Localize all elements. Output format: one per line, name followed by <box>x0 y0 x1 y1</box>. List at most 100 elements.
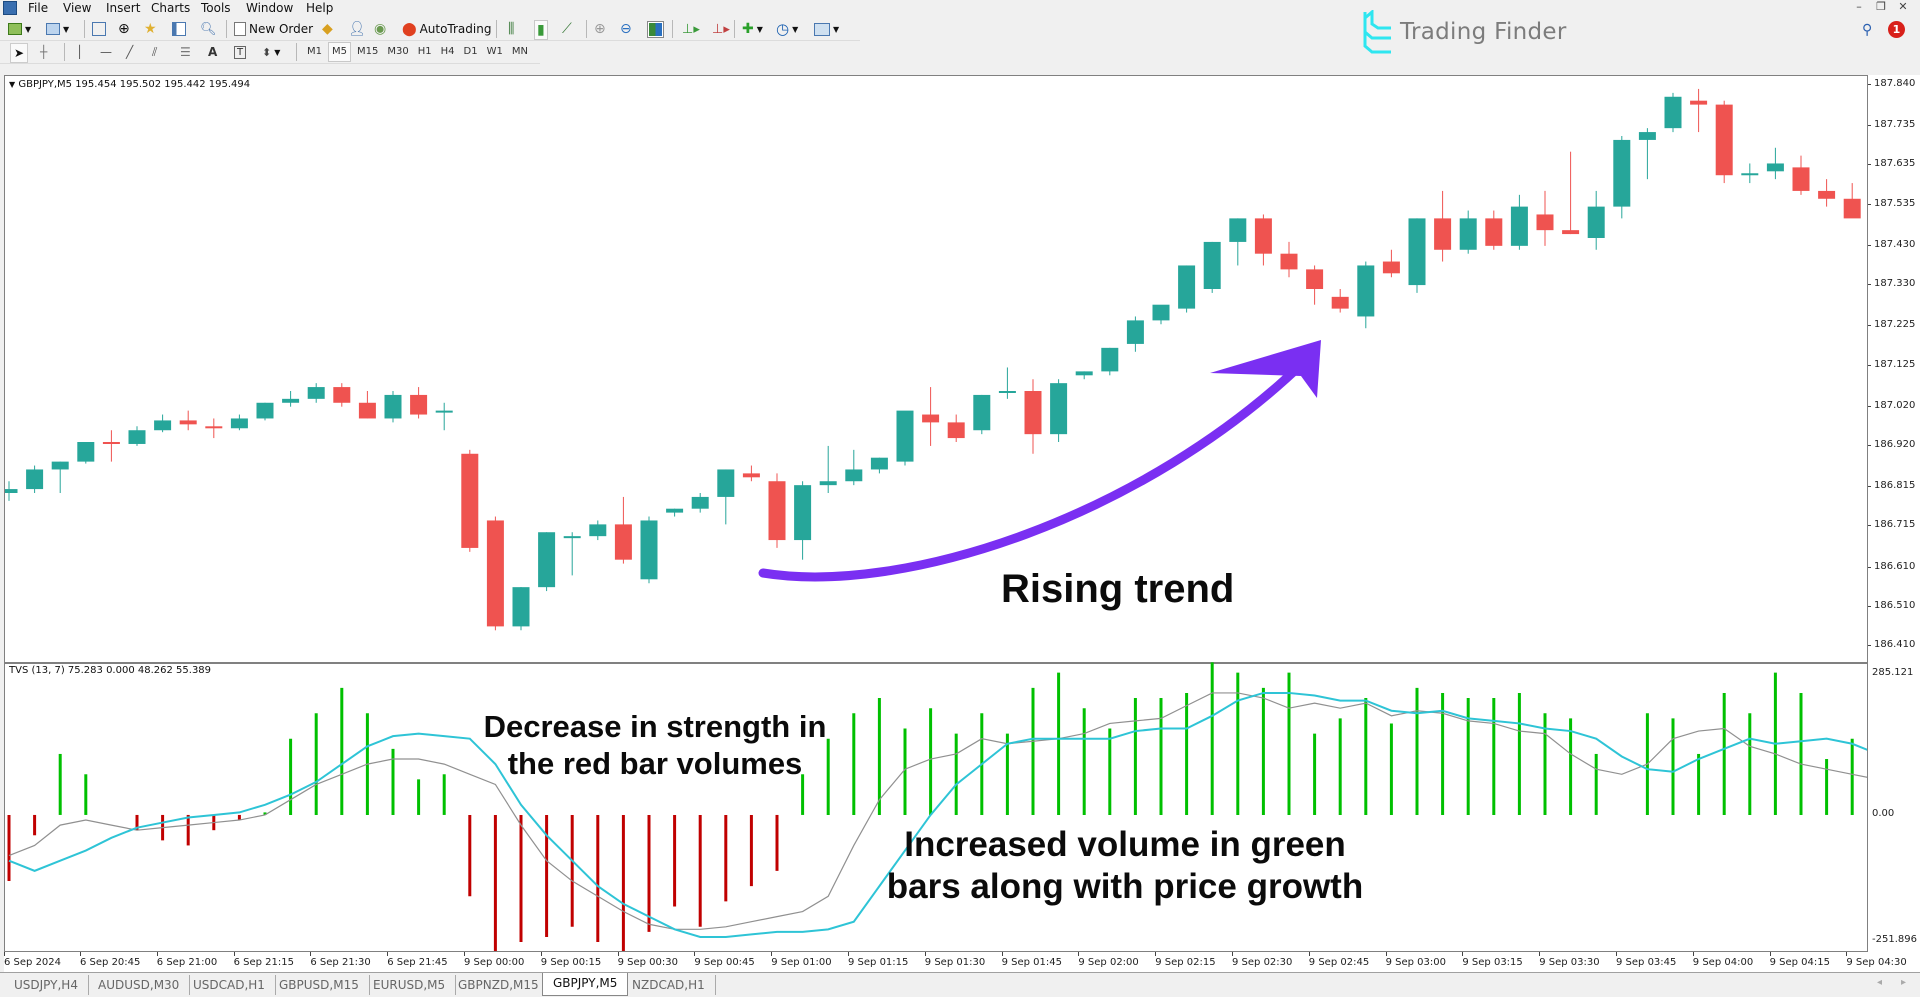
brand-logo: Trading Finder <box>1362 10 1567 54</box>
menu-charts[interactable]: Charts <box>151 1 190 15</box>
trendline-tool[interactable]: ╱ <box>126 43 133 61</box>
user-icon: 👤︎ <box>348 21 366 37</box>
indicator-axis-label: 285.121 <box>1872 667 1914 678</box>
candle-body <box>1459 218 1477 250</box>
templates-button[interactable]: ▼ <box>814 20 839 38</box>
chart-symbol-header: ▼ GBPJPY,M5 195.454 195.502 195.442 195.… <box>9 79 251 90</box>
tab-usdcad-h1[interactable]: USDCAD,H1 <box>183 975 276 995</box>
crosshair-tool[interactable]: ┼ <box>40 43 47 61</box>
timeframe-h1[interactable]: H1 <box>415 43 435 61</box>
time-axis-label: 9 Sep 02:15 <box>1155 957 1216 968</box>
metaeditor-button[interactable]: ◆ <box>322 20 333 38</box>
text-tool[interactable]: A <box>208 43 217 61</box>
new-chart-button[interactable]: ▼ <box>8 20 31 38</box>
profiles-button[interactable]: ▼ <box>46 20 69 38</box>
time-axis-tick <box>1539 952 1541 956</box>
fibonacci-tool[interactable]: ☰ <box>180 43 191 61</box>
data-window-button[interactable]: ⊕ <box>118 20 130 38</box>
time-axis-label: 6 Sep 21:30 <box>310 957 371 968</box>
timeframe-m30[interactable]: M30 <box>384 43 411 61</box>
chart-window[interactable]: ▼ GBPJPY,M5 195.454 195.502 195.442 195.… <box>4 75 1868 952</box>
scroll-right-icon[interactable]: ▸ <box>1901 977 1906 988</box>
strategy-tester-button[interactable]: 🔍︎ <box>200 20 217 38</box>
time-axis-tick <box>310 952 312 956</box>
menu-file[interactable]: File <box>28 1 48 15</box>
time-axis[interactable]: 6 Sep 2024 6 Sep 20:45 6 Sep 21:00 6 Sep 21… <box>4 952 1920 972</box>
candle-body <box>1434 218 1452 250</box>
notification-badge[interactable]: 1 <box>1888 21 1905 38</box>
candle-body <box>845 469 863 482</box>
crosshair-target-icon: ⊕ <box>118 21 130 37</box>
text-label-tool[interactable]: T <box>234 43 247 61</box>
market-watch-button[interactable] <box>92 20 106 38</box>
new-chart-icon <box>8 23 22 35</box>
chart-canvas[interactable] <box>5 76 1867 951</box>
timeframe-h4[interactable]: H4 <box>438 43 458 61</box>
candlestick-button[interactable]: ▮ <box>534 20 548 40</box>
candle-body <box>230 418 248 429</box>
terminal-button[interactable] <box>172 20 186 38</box>
time-axis-tick <box>1001 952 1003 956</box>
tab-nzdcad-h1[interactable]: NZDCAD,H1 <box>622 975 716 995</box>
price-axis-label: 186.815 <box>1874 480 1916 492</box>
chart-shift-button[interactable]: ⊥▸ <box>712 20 730 38</box>
crosshair-icon: ┼ <box>40 45 48 59</box>
chart-tabs: USDJPY,H4 AUDUSD,M30 USDCAD,H1 GBPUSD,M1… <box>0 972 1920 997</box>
signals-button[interactable]: 👤︎ <box>348 20 366 38</box>
candle-body <box>102 442 120 444</box>
new-order-button[interactable]: New Order <box>234 20 313 38</box>
annotation-green-bars: Increased volume in green bars along wit… <box>886 825 1364 906</box>
zoom-out-button[interactable]: ⊖ <box>620 20 632 38</box>
restore-button[interactable]: ❐ <box>1870 0 1892 13</box>
autotrading-button[interactable]: ⬤ AutoTrading <box>402 20 491 38</box>
timeframe-m15[interactable]: M15 <box>354 43 381 61</box>
arrows-tool[interactable]: ⬍ ▼ <box>262 43 280 61</box>
indicators-button[interactable]: ✚ ▼ <box>742 20 763 38</box>
menu-tools[interactable]: Tools <box>201 1 231 15</box>
timeframe-d1[interactable]: D1 <box>461 43 481 61</box>
tab-usdjpy-h4[interactable]: USDJPY,H4 <box>4 975 89 995</box>
collapse-triangle-icon[interactable]: ▼ <box>9 80 15 89</box>
time-axis-label: 6 Sep 21:00 <box>156 957 218 968</box>
time-axis-tick <box>1078 952 1080 956</box>
bar-chart-button[interactable]: ⫼ <box>508 20 514 38</box>
menu-insert[interactable]: Insert <box>106 1 140 15</box>
tab-gbpjpy-m5[interactable]: GBPJPY,M5 <box>542 973 629 996</box>
periods-button[interactable]: ◷ ▼ <box>776 20 798 38</box>
menu-help[interactable]: Help <box>306 1 333 15</box>
minimize-button[interactable]: – <box>1848 0 1870 13</box>
vertical-line-icon: │ <box>76 45 84 59</box>
tab-audusd-m30[interactable]: AUDUSD,M30 <box>88 975 191 995</box>
scroll-left-icon[interactable]: ◂ <box>1877 977 1882 988</box>
candle-body <box>51 461 69 470</box>
price-axis[interactable]: 187.840 187.735 187.635 187.535 187.430 187.3… <box>1868 75 1920 952</box>
timeframe-m5[interactable]: M5 <box>328 42 351 62</box>
tab-gbpnzd-m15[interactable]: GBPNZD,M15 <box>448 975 550 995</box>
candle-body <box>538 532 556 588</box>
candle-body <box>1562 230 1580 235</box>
timeframe-w1[interactable]: W1 <box>484 43 506 61</box>
timeframe-mn[interactable]: MN <box>509 43 531 61</box>
auto-scroll-button[interactable]: ⊥▸ <box>682 20 700 38</box>
timeframe-m1[interactable]: M1 <box>304 43 325 61</box>
tab-gbpusd-m15[interactable]: GBPUSD,M15 <box>269 975 370 995</box>
tile-windows-button[interactable] <box>647 20 664 38</box>
candle-body <box>1152 304 1170 321</box>
cursor-tool[interactable]: ➤ <box>10 43 29 63</box>
market-button[interactable]: ◉ <box>374 20 386 38</box>
menu-window[interactable]: Window <box>246 1 293 15</box>
candle-body <box>512 587 530 627</box>
price-axis-tick <box>1868 244 1871 246</box>
vertical-line-tool[interactable]: │ <box>76 43 83 61</box>
time-axis-tick <box>1385 952 1387 956</box>
navigator-button[interactable]: ★ <box>144 20 157 38</box>
horizontal-line-tool[interactable]: — <box>100 43 112 61</box>
zoom-in-button[interactable]: ⊕ <box>594 20 606 38</box>
line-chart-button[interactable]: ⟋ <box>562 20 572 38</box>
candle-body <box>947 422 965 439</box>
search-icon[interactable]: ⚲ <box>1862 22 1872 38</box>
tab-eurusd-m5[interactable]: EURUSD,M5 <box>363 975 457 995</box>
menu-view[interactable]: View <box>63 1 91 15</box>
equidistant-channel-tool[interactable]: ⫽ <box>152 43 157 61</box>
close-button[interactable]: ✕ <box>1892 0 1914 13</box>
